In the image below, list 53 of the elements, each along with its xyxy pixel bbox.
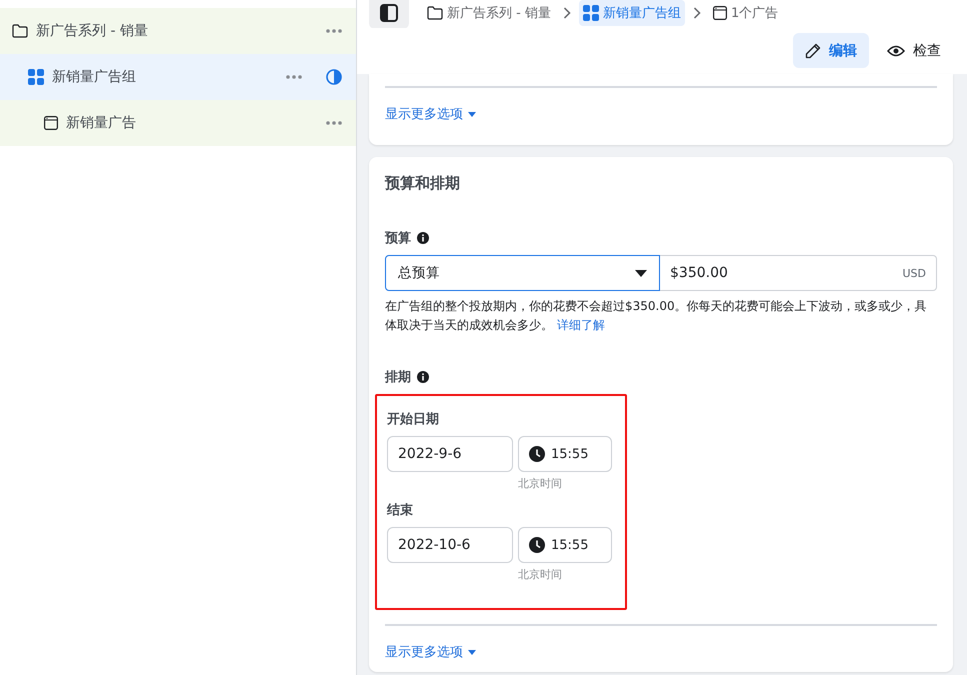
- more-icon[interactable]: [326, 29, 342, 33]
- sidebar-toggle-button[interactable]: [369, 0, 409, 29]
- date-field[interactable]: 2022-10-6: [387, 527, 513, 563]
- field-label: 结束: [387, 502, 414, 519]
- tree-item-label: 新广告系列 - 销量: [36, 22, 149, 40]
- currency-label: USD: [902, 266, 926, 280]
- amount-field[interactable]: $350.00 USD: [660, 255, 937, 291]
- field-label: 预算: [385, 230, 411, 247]
- caret-down-icon: [635, 270, 647, 276]
- learn-more-link[interactable]: 详细了解: [556, 318, 605, 332]
- sidebar-icon: [380, 4, 398, 22]
- tree-item-label: 新销量广告: [66, 114, 137, 132]
- inspect-button[interactable]: 检查: [875, 33, 953, 68]
- caret-down-icon: [468, 650, 476, 654]
- window-icon: [44, 116, 58, 130]
- tree-item[interactable]: 新广告系列 - 销量: [0, 8, 356, 54]
- pencil-icon: [805, 42, 821, 58]
- tree-item-label: 新销量广告组: [52, 68, 137, 86]
- eye-icon: [887, 44, 905, 56]
- breadcrumb-link[interactable]: 新广告系列 - 销量: [423, 0, 555, 26]
- tree-item[interactable]: 新销量广告: [0, 100, 356, 146]
- show-more-link[interactable]: 显示更多选项: [385, 105, 476, 123]
- clock-icon: [529, 537, 545, 553]
- folder-icon: [12, 24, 28, 38]
- caret-down-icon: [468, 112, 476, 116]
- time-field[interactable]: 15:55: [518, 436, 612, 472]
- breadcrumb-link[interactable]: 1个广告: [708, 0, 782, 26]
- budget-description: 在广告组的整个投放期内，你的花费不会超过$350.00。你每天的花费可能会上下波动，或多或少，具体取决于当天的成效机会多少。 详细了解: [385, 298, 928, 334]
- breadcrumb-link[interactable]: 新销量广告组: [578, 0, 685, 26]
- grid-icon: [28, 69, 44, 85]
- info-icon: [417, 232, 429, 244]
- date-field[interactable]: 2022-9-6: [387, 436, 513, 472]
- half-circle-icon: [326, 69, 342, 85]
- show-more-link[interactable]: 显示更多选项: [385, 643, 476, 661]
- more-icon[interactable]: [286, 75, 302, 79]
- edit-button[interactable]: 编辑: [793, 33, 869, 68]
- field-label: 开始日期: [387, 411, 440, 428]
- chevron-right-icon: [562, 7, 571, 19]
- time-field[interactable]: 15:55: [518, 527, 612, 563]
- timezone-label: 北京时间: [518, 567, 562, 582]
- chevron-right-icon: [692, 7, 701, 19]
- more-icon[interactable]: [326, 121, 342, 125]
- timezone-label: 北京时间: [518, 476, 562, 491]
- field-label: 排期: [385, 369, 411, 386]
- grid-icon: [582, 5, 599, 21]
- window-icon: [712, 6, 727, 20]
- info-icon: [417, 371, 429, 383]
- budget-type-dropdown[interactable]: 总预算: [385, 255, 660, 291]
- amount-value: $350.00: [670, 265, 728, 281]
- section-title: 预算和排期: [385, 174, 461, 193]
- folder-icon: [427, 6, 443, 20]
- tree-item[interactable]: 新销量广告组: [0, 54, 356, 100]
- clock-icon: [529, 446, 545, 462]
